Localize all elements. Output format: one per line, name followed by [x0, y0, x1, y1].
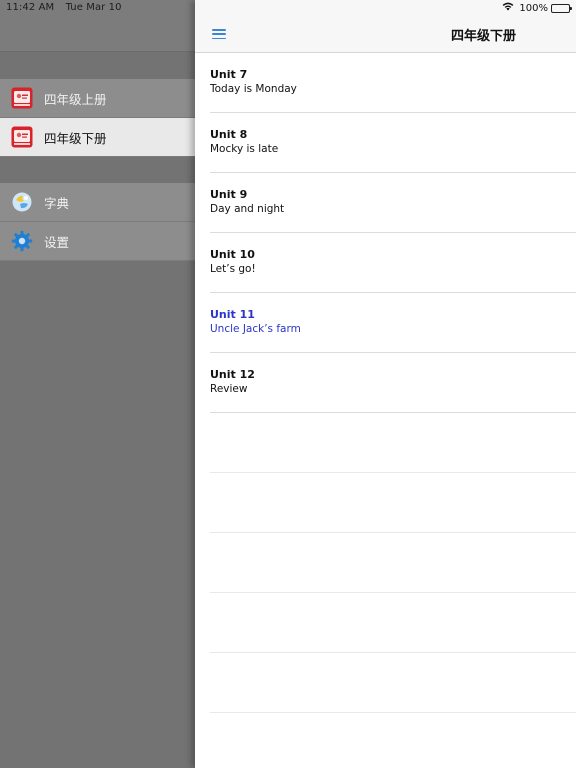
list-item-unit-7[interactable]: Unit 7 Today is Monday — [210, 53, 576, 113]
list-item-unit-10[interactable]: Unit 10 Let’s go! — [210, 233, 576, 293]
page-title: 四年级下册 — [450, 29, 516, 44]
unit-title: Unit 7 — [210, 68, 248, 81]
status-bar-right: 100% — [502, 2, 572, 14]
sidebar-item-grade4-vol2[interactable]: 四年级下册 — [0, 118, 195, 157]
unit-subtitle: Review — [210, 383, 248, 395]
sidebar-header: 11:42 AM Tue Mar 10 — [0, 0, 195, 52]
unit-subtitle: Uncle Jack’s farm — [210, 323, 301, 335]
unit-title: Unit 10 — [210, 248, 255, 261]
sidebar: 11:42 AM Tue Mar 10 四年级上册 四年级下册 字典 设置 — [0, 0, 195, 768]
unit-subtitle: Mocky is late — [210, 143, 279, 155]
unit-title: Unit 8 — [210, 128, 248, 141]
unit-title: Unit 11 — [210, 308, 255, 321]
sidebar-item-dictionary[interactable]: 字典 — [0, 183, 195, 222]
list-item-unit-12[interactable]: Unit 12 Review — [210, 353, 576, 413]
sidebar-item-settings[interactable]: 设置 — [0, 222, 195, 261]
book-cover-icon — [11, 126, 33, 148]
unit-subtitle: Let’s go! — [210, 263, 256, 275]
book-list: 四年级上册 四年级下册 — [0, 79, 195, 157]
main-panel: 100% 四年级下册 Unit 7 Today is Monday Unit 8… — [195, 0, 576, 768]
sidebar-item-grade4-vol1[interactable]: 四年级上册 — [0, 79, 195, 118]
sidebar-item-label: 四年级下册 — [44, 130, 107, 146]
unit-list: Unit 7 Today is Monday Unit 8 Mocky is l… — [195, 53, 576, 713]
gear-icon — [11, 230, 33, 252]
battery-percent: 100% — [519, 2, 548, 14]
list-item-unit-9[interactable]: Unit 9 Day and night — [210, 173, 576, 233]
book-cover-icon — [11, 87, 33, 109]
unit-subtitle: Day and night — [210, 203, 285, 215]
empty-list-row — [210, 533, 576, 593]
list-item-unit-11[interactable]: Unit 11 Uncle Jack’s farm — [210, 293, 576, 353]
sidebar-item-label: 四年级上册 — [44, 91, 107, 107]
status-bar-left: 11:42 AM Tue Mar 10 — [6, 2, 130, 13]
navigation-bar: 100% 四年级下册 — [195, 0, 576, 53]
hamburger-menu-icon[interactable] — [212, 27, 226, 41]
unit-subtitle: Today is Monday — [210, 83, 297, 95]
status-time: 11:42 AM — [6, 2, 55, 13]
tool-list: 字典 设置 — [0, 183, 195, 261]
sidebar-item-label: 设置 — [44, 234, 70, 250]
unit-title: Unit 12 — [210, 368, 255, 381]
battery-icon — [551, 3, 572, 13]
unit-title: Unit 9 — [210, 188, 248, 201]
empty-list-row — [210, 413, 576, 473]
empty-list-row — [210, 473, 576, 533]
empty-list-row — [210, 593, 576, 653]
wifi-icon — [502, 2, 514, 14]
list-item-unit-8[interactable]: Unit 8 Mocky is late — [210, 113, 576, 173]
sidebar-item-label: 字典 — [44, 195, 70, 211]
empty-list-row — [210, 653, 576, 713]
status-date: Tue Mar 10 — [65, 2, 122, 13]
dictionary-icon — [11, 191, 33, 213]
